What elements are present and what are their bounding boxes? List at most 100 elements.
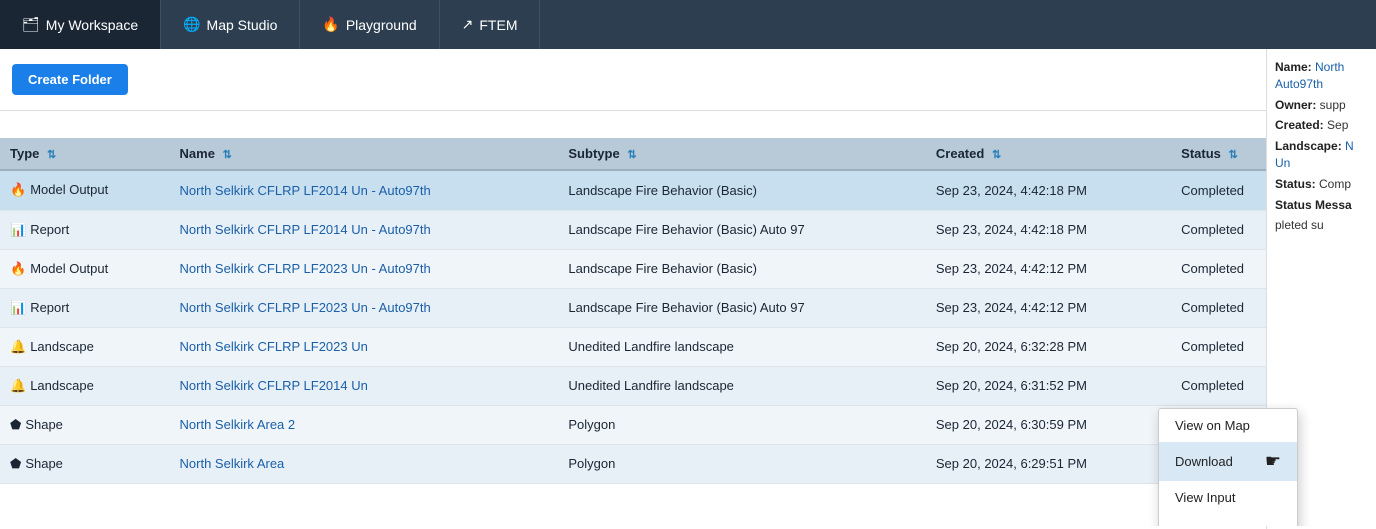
- sort-created-icon: ⇅: [992, 148, 1001, 161]
- name-link[interactable]: North Selkirk CFLRP LF2014 Un - Auto97th: [180, 222, 431, 237]
- nav-label-playground: Playground: [346, 17, 417, 33]
- nav-label-my-workspace: My Workspace: [46, 17, 138, 33]
- toolbar: Create Folder Refresh: [0, 49, 1376, 111]
- nav-item-map-studio[interactable]: 🌐 Map Studio: [161, 0, 300, 49]
- cell-name[interactable]: North Selkirk Area: [170, 444, 559, 483]
- panel-status-message-label: Status Messa: [1275, 198, 1352, 212]
- cell-subtype: Landscape Fire Behavior (Basic) Auto 97: [558, 288, 926, 327]
- cell-subtype: Landscape Fire Behavior (Basic): [558, 249, 926, 288]
- context-menu-item-copy[interactable]: Copy: [1159, 514, 1297, 526]
- cell-subtype: Unedited Landfire landscape: [558, 366, 926, 405]
- table-header-row: Type ⇅ Name ⇅ Subtype ⇅ Created ⇅ Status: [0, 138, 1376, 170]
- nav-label-ftem: FTEM: [479, 17, 517, 33]
- col-name[interactable]: Name ⇅: [170, 138, 559, 170]
- panel-status-label: Status:: [1275, 177, 1319, 191]
- cell-name[interactable]: North Selkirk CFLRP LF2014 Un - Auto97th: [170, 170, 559, 210]
- name-link[interactable]: North Selkirk CFLRP LF2023 Un - Auto97th: [180, 300, 431, 315]
- cell-type: 🔥 Model Output: [0, 170, 170, 210]
- context-menu-item-download[interactable]: Download ☛: [1159, 442, 1297, 481]
- panel-landscape-label: Landscape:: [1275, 139, 1345, 153]
- col-type-label: Type: [10, 146, 39, 161]
- playground-icon: 🔥: [322, 16, 339, 33]
- col-subtype-label: Subtype: [568, 146, 619, 161]
- cell-created: Sep 20, 2024, 6:32:28 PM: [926, 327, 1171, 366]
- panel-status-value: Comp: [1319, 177, 1351, 191]
- create-folder-button[interactable]: Create Folder: [12, 64, 128, 95]
- type-icon: 🔔: [10, 339, 26, 354]
- name-link[interactable]: North Selkirk Area: [180, 456, 285, 471]
- type-label: Model Output: [30, 182, 108, 197]
- col-name-label: Name: [180, 146, 215, 161]
- top-nav: 🗂 My Workspace 🌐 Map Studio 🔥 Playground…: [0, 0, 1376, 49]
- context-menu-item-view-input[interactable]: View Input: [1159, 481, 1297, 514]
- nav-item-playground[interactable]: 🔥 Playground: [300, 0, 439, 49]
- table-row[interactable]: 🔔 Landscape North Selkirk CFLRP LF2014 Un U…: [0, 366, 1376, 405]
- cell-name[interactable]: North Selkirk CFLRP LF2014 Un: [170, 366, 559, 405]
- col-type[interactable]: Type ⇅: [0, 138, 170, 170]
- sort-subtype-icon: ⇅: [627, 148, 636, 161]
- name-link[interactable]: North Selkirk Area 2: [180, 417, 296, 432]
- cell-name[interactable]: North Selkirk CFLRP LF2014 Un - Auto97th: [170, 210, 559, 249]
- table-row[interactable]: 🔔LandscapeNorth Selkirk CFLRP LF2023 UnU…: [0, 327, 1376, 366]
- name-link[interactable]: North Selkirk CFLRP LF2023 Un - Auto97th: [180, 261, 431, 276]
- cell-name[interactable]: North Selkirk CFLRP LF2023 Un - Auto97th: [170, 249, 559, 288]
- panel-owner-value: supp: [1320, 98, 1346, 112]
- table-row[interactable]: 📊 Report North Selkirk CFLRP LF2023 Un - A…: [0, 288, 1376, 327]
- type-icon: ⬟: [10, 456, 21, 471]
- cell-type: 🔔 Landscape: [0, 366, 170, 405]
- col-status-label: Status: [1181, 146, 1221, 161]
- cell-created: Sep 23, 2024, 4:42:18 PM: [926, 210, 1171, 249]
- cell-subtype: Landscape Fire Behavior (Basic) Auto 97: [558, 210, 926, 249]
- download-label: Download: [1175, 454, 1233, 469]
- panel-name-label: Name:: [1275, 60, 1315, 74]
- nav-item-my-workspace[interactable]: 🗂 My Workspace: [0, 0, 161, 49]
- cell-name[interactable]: North Selkirk CFLRP LF2023 Un: [170, 327, 559, 366]
- cell-type: 📊Report: [0, 210, 170, 249]
- col-created[interactable]: Created ⇅: [926, 138, 1171, 170]
- cell-created: Sep 20, 2024, 6:31:52 PM: [926, 366, 1171, 405]
- type-label: Report: [30, 300, 69, 315]
- type-label: Landscape: [30, 378, 94, 393]
- sort-type-icon: ⇅: [47, 148, 56, 161]
- name-link[interactable]: North Selkirk CFLRP LF2023 Un: [180, 339, 368, 354]
- cell-created: Sep 20, 2024, 6:29:51 PM: [926, 444, 1171, 483]
- name-link[interactable]: North Selkirk CFLRP LF2014 Un - Auto97th: [180, 183, 431, 198]
- cell-subtype: Polygon: [558, 444, 926, 483]
- workspace-icon: 🗂: [22, 16, 40, 33]
- context-menu-item-view-on-map[interactable]: View on Map: [1159, 409, 1297, 442]
- type-label: Shape: [25, 456, 63, 471]
- table-row[interactable]: 🔥 Model Output North Selkirk CFLRP LF2023 …: [0, 249, 1376, 288]
- cell-created: Sep 20, 2024, 6:30:59 PM: [926, 405, 1171, 444]
- cell-name[interactable]: North Selkirk Area 2: [170, 405, 559, 444]
- cell-subtype: Landscape Fire Behavior (Basic): [558, 170, 926, 210]
- map-studio-icon: 🌐: [183, 16, 200, 33]
- cell-type: ⬟ Shape: [0, 444, 170, 483]
- table-row[interactable]: 📊Report North Selkirk CFLRP LF2014 Un - A…: [0, 210, 1376, 249]
- cell-created: Sep 23, 2024, 4:42:18 PM: [926, 170, 1171, 210]
- nav-item-ftem[interactable]: ↗ FTEM: [440, 0, 541, 49]
- type-icon: ⬟: [10, 417, 21, 432]
- type-icon: 🔔: [10, 378, 26, 393]
- cursor-hand-icon: ☛: [1265, 451, 1281, 472]
- records-bar: Total Records: 8: [0, 111, 1376, 138]
- type-icon: 🔥: [10, 182, 26, 197]
- cell-type: 🔥 Model Output: [0, 249, 170, 288]
- cell-type: 🔔Landscape: [0, 327, 170, 366]
- type-label: Shape: [25, 417, 63, 432]
- table-container: Type ⇅ Name ⇅ Subtype ⇅ Created ⇅ Status: [0, 138, 1376, 526]
- panel-owner-label: Owner:: [1275, 98, 1320, 112]
- cell-subtype: Polygon: [558, 405, 926, 444]
- type-icon: 📊: [10, 300, 26, 315]
- cell-name[interactable]: North Selkirk CFLRP LF2023 Un - Auto97th: [170, 288, 559, 327]
- cell-type: 📊 Report: [0, 288, 170, 327]
- panel-created-value: Sep: [1327, 118, 1348, 132]
- type-icon: 📊: [10, 222, 26, 237]
- table-row[interactable]: 🔥 Model Output North Selkirk CFLRP LF2014 …: [0, 170, 1376, 210]
- name-link[interactable]: North Selkirk CFLRP LF2014 Un: [180, 378, 368, 393]
- type-label: Model Output: [30, 261, 108, 276]
- cell-created: Sep 23, 2024, 4:42:12 PM: [926, 288, 1171, 327]
- nav-label-map-studio: Map Studio: [207, 17, 278, 33]
- type-icon: 🔥: [10, 261, 26, 276]
- cell-created: Sep 23, 2024, 4:42:12 PM: [926, 249, 1171, 288]
- col-subtype[interactable]: Subtype ⇅: [558, 138, 926, 170]
